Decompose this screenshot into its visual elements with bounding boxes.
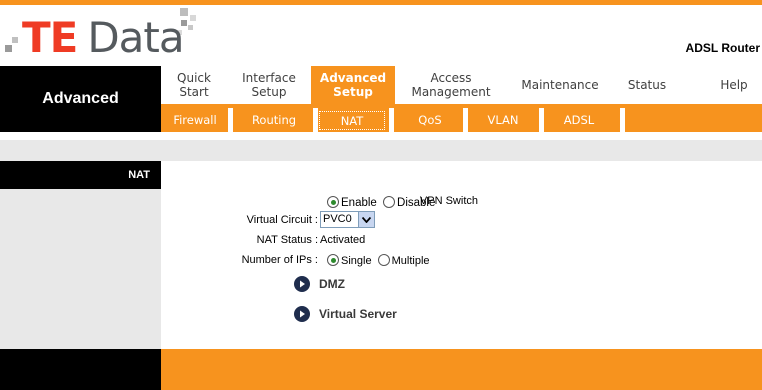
menu-quick-start-label: Quick Start: [177, 71, 211, 99]
sub-menu: Firewall Routing NAT QoS VLAN ADSL: [161, 104, 762, 132]
nat-status-value: Activated: [320, 234, 366, 246]
virtual-circuit-value: PVC0: [323, 213, 352, 225]
top-accent-stripe: [0, 0, 762, 5]
menu-quick-start[interactable]: Quick Start: [161, 66, 227, 104]
logo-te-text: TE: [22, 13, 78, 62]
chevron-down-icon: [358, 212, 374, 227]
product-name: ADSL Router: [685, 41, 760, 55]
ips-single-label: Single: [341, 255, 372, 267]
submenu-separator: [228, 108, 233, 132]
menu-advanced-setup-label: Advanced Setup: [319, 71, 387, 99]
section-title-panel: Advanced: [0, 66, 161, 132]
menu-advanced-setup[interactable]: Advanced Setup: [311, 66, 395, 104]
submenu-separator: [620, 108, 625, 132]
submenu-separator: [389, 108, 394, 132]
submenu-separator: [313, 108, 318, 132]
submenu-adsl[interactable]: ADSL: [549, 111, 609, 130]
submenu-vlan[interactable]: VLAN: [473, 111, 533, 130]
menu-interface-setup[interactable]: Interface Setup: [227, 66, 311, 104]
number-of-ips-group: Single Multiple: [327, 254, 433, 267]
virtual-server-link[interactable]: Virtual Server: [294, 306, 397, 322]
logo-data-text: Data: [87, 13, 184, 62]
section-title: Advanced: [42, 90, 119, 107]
gray-separator-band: [0, 140, 762, 161]
menu-access-management[interactable]: Access Management: [395, 66, 507, 104]
nat-status-label: NAT Status :: [256, 234, 318, 246]
menu-status-label: Status: [627, 78, 667, 92]
main-menu: Quick Start Interface Setup Advanced Set…: [161, 66, 762, 104]
footer-left: [0, 349, 161, 390]
menu-help[interactable]: Help: [706, 66, 762, 104]
virtual-circuit-select[interactable]: PVC0: [320, 211, 375, 228]
sidebar-header: NAT: [0, 161, 161, 189]
vpn-switch-group: Enable Disable: [327, 196, 438, 209]
sidebar-label: NAT: [128, 169, 150, 181]
vpn-enable-radio[interactable]: [327, 196, 339, 208]
dmz-link[interactable]: DMZ: [294, 276, 345, 292]
number-of-ips-label: Number of IPs :: [241, 254, 318, 266]
menu-maintenance-label: Maintenance: [521, 78, 599, 92]
menu-access-management-label: Access Management: [411, 71, 491, 99]
submenu-separator: [463, 108, 468, 132]
menu-status[interactable]: Status: [613, 66, 681, 104]
submenu-separator: [539, 108, 544, 132]
ips-single-radio[interactable]: [327, 254, 339, 266]
arrow-right-icon: [294, 276, 310, 292]
nat-form: VPN Switch Enable Disable Virtual Circui…: [161, 161, 762, 349]
arrow-right-icon: [294, 306, 310, 322]
menu-maintenance[interactable]: Maintenance: [507, 66, 613, 104]
menu-interface-setup-label: Interface Setup: [242, 71, 296, 99]
vpn-enable-label: Enable: [341, 197, 377, 209]
vpn-disable-radio[interactable]: [383, 196, 396, 208]
dmz-link-label: DMZ: [319, 277, 345, 291]
sidebar-panel: [0, 189, 161, 349]
ips-multiple-label: Multiple: [391, 255, 430, 267]
submenu-firewall[interactable]: Firewall: [165, 111, 225, 130]
submenu-routing[interactable]: Routing: [239, 111, 309, 130]
virtual-circuit-label: Virtual Circuit :: [246, 214, 318, 226]
virtual-server-link-label: Virtual Server: [319, 307, 397, 321]
menu-help-label: Help: [720, 78, 748, 92]
vpn-disable-label: Disable: [397, 197, 436, 209]
footer-bar: [161, 349, 762, 390]
te-data-logo: TE Data: [2, 6, 202, 60]
ips-multiple-radio[interactable]: [377, 254, 390, 266]
submenu-nat[interactable]: NAT: [319, 111, 385, 130]
submenu-qos[interactable]: QoS: [399, 111, 461, 130]
